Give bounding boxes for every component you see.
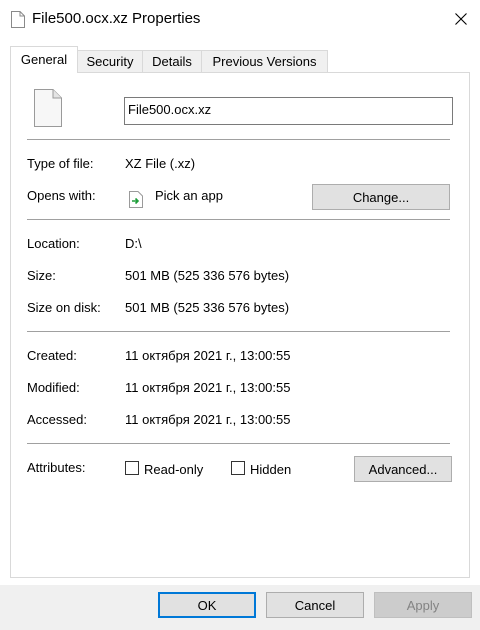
size-on-disk-value: 501 MB (525 336 576 bytes) xyxy=(125,300,290,315)
document-icon xyxy=(34,89,62,127)
type-label: Type of file: xyxy=(27,156,94,171)
size-label: Size: xyxy=(27,268,56,283)
size-value: 501 MB (525 336 576 bytes) xyxy=(125,268,290,283)
separator xyxy=(27,443,450,444)
modified-label: Modified: xyxy=(27,380,80,395)
hidden-label[interactable]: Hidden xyxy=(250,462,291,477)
accessed-value: 11 октября 2021 г., 13:00:55 xyxy=(125,412,291,427)
separator xyxy=(27,219,450,220)
general-panel xyxy=(10,72,470,578)
title-bar: File500.ocx.xz Properties xyxy=(0,0,480,38)
tab-previous-versions[interactable]: Previous Versions xyxy=(201,50,328,72)
opens-with-label: Opens with: xyxy=(27,188,96,203)
filename-field[interactable]: File500.ocx.xz xyxy=(124,97,453,125)
opens-with-value: Pick an app xyxy=(155,188,223,203)
attributes-label: Attributes: xyxy=(27,460,86,475)
tab-security[interactable]: Security xyxy=(77,50,143,72)
created-value: 11 октября 2021 г., 13:00:55 xyxy=(125,348,291,363)
tab-details[interactable]: Details xyxy=(142,50,202,72)
change-button[interactable]: Change... xyxy=(312,184,450,210)
advanced-button[interactable]: Advanced... xyxy=(354,456,452,482)
tab-general[interactable]: General xyxy=(10,46,78,73)
close-button[interactable] xyxy=(447,5,475,33)
size-on-disk-label: Size on disk: xyxy=(27,300,101,315)
readonly-checkbox[interactable] xyxy=(125,461,139,475)
modified-value: 11 октября 2021 г., 13:00:55 xyxy=(125,380,291,395)
ok-button[interactable]: OK xyxy=(158,592,256,618)
hidden-checkbox[interactable] xyxy=(231,461,245,475)
readonly-label[interactable]: Read-only xyxy=(144,462,203,477)
type-value: XZ File (.xz) xyxy=(125,156,196,171)
window-title: File500.ocx.xz Properties xyxy=(32,10,201,27)
location-value: D:\ xyxy=(125,236,142,251)
separator xyxy=(27,139,450,140)
created-label: Created: xyxy=(27,348,77,363)
pick-app-icon xyxy=(129,191,143,208)
file-icon xyxy=(11,11,25,28)
separator xyxy=(27,331,450,332)
close-icon xyxy=(455,13,467,25)
location-label: Location: xyxy=(27,236,80,251)
accessed-label: Accessed: xyxy=(27,412,87,427)
cancel-button[interactable]: Cancel xyxy=(266,592,364,618)
apply-button[interactable]: Apply xyxy=(374,592,472,618)
